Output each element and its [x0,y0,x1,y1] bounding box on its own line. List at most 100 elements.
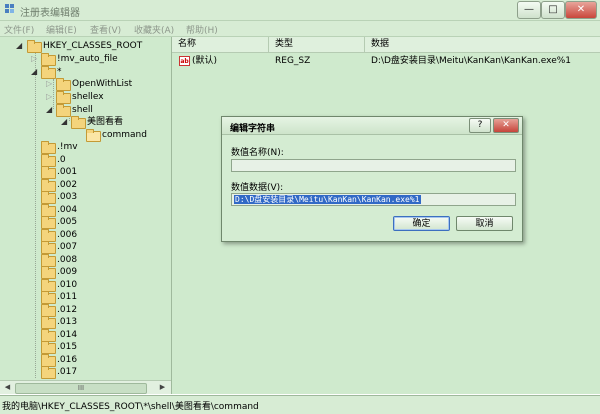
maximize-button[interactable]: □ [541,1,565,19]
tree-item-sibling[interactable]: .!mv [0,141,171,154]
menu-file[interactable]: 文件(F) [4,23,34,36]
tree-item-label: .016 [57,355,78,365]
tree-item-sibling[interactable]: .001 [0,166,171,179]
menu-help[interactable]: 帮助(H) [186,23,218,36]
window-title: 注册表编辑器 [20,8,80,19]
tree-item-label: 美图看看 [87,117,124,127]
tree-item-sibling[interactable]: .017 [0,366,171,379]
scroll-right-icon[interactable]: ▶ [157,382,168,393]
tree-item-label: command [102,130,147,140]
tree-item-sibling[interactable]: .015 [0,341,171,354]
dialog-close-button[interactable]: ✕ [493,118,519,133]
cancel-button[interactable]: 取消 [456,216,513,231]
ok-button[interactable]: 确定 [393,216,450,231]
dialog-title-bar: 编辑字符串 ? ✕ [222,117,522,135]
string-value-icon: ab [179,56,190,66]
folder-icon [41,341,56,354]
tree-item-sibling[interactable]: .011 [0,291,171,304]
tree-horizontal-scrollbar[interactable]: ◀ III ▶ [0,380,171,394]
tree-item-openwithlist[interactable]: ▷ OpenWithList [0,78,171,91]
column-header-type[interactable]: 类型 [269,37,365,52]
tree-item-label: .007 [57,242,78,252]
tree-item-hkcr[interactable]: ◢ HKEY_CLASSES_ROOT [0,40,171,53]
folder-icon [56,91,71,104]
collapse-icon[interactable]: ◢ [61,116,67,128]
tree-item-sibling[interactable]: .004 [0,204,171,217]
edit-string-dialog: 编辑字符串 ? ✕ 数值名称(N): 数值数据(V): D:\D盘安装目录\Me… [221,116,523,242]
menu-favorites[interactable]: 收藏夹(A) [134,23,174,36]
tree-item-label: shellex [72,92,104,102]
list-row[interactable]: ab (默认) REG_SZ D:\D盘安装目录\Meitu\KanKan\Ka… [172,54,600,68]
value-name-label: 数值名称(N): [231,148,284,158]
tree-item-shellex[interactable]: ▷ shellex [0,91,171,104]
column-header-name[interactable]: 名称 [172,37,269,52]
tree-item-label: .004 [57,205,78,215]
expand-icon[interactable]: ▷ [46,78,52,90]
tree-item-label: .012 [57,305,78,315]
value-data-label: 数值数据(V): [231,183,284,193]
collapse-icon[interactable]: ◢ [46,104,52,116]
tree-item-label: .013 [57,317,78,327]
tree-item-sibling[interactable]: .009 [0,266,171,279]
tree-item-sibling[interactable]: .014 [0,329,171,342]
close-button[interactable]: ✕ [565,1,597,19]
expand-icon[interactable]: ▷ [31,53,37,65]
menu-edit[interactable]: 编辑(E) [46,23,77,36]
tree-item-label: .002 [57,180,78,190]
tree-item-label: .!mv [57,142,78,152]
tree-item-sibling[interactable]: .007 [0,241,171,254]
tree-item-label: .0 [57,155,66,165]
tree-item-command[interactable]: command [0,129,171,142]
value-data: D:\D盘安装目录\Meitu\KanKan\KanKan.exe%1 [371,56,572,66]
folder-icon [41,216,56,229]
folder-icon [56,78,71,91]
tree-item-sibling[interactable]: .016 [0,354,171,367]
tree-item-label: .003 [57,192,78,202]
collapse-icon[interactable]: ◢ [16,40,22,52]
minimize-button[interactable]: — [517,1,541,19]
folder-icon [41,191,56,204]
tree-item-label: OpenWithList [72,79,133,89]
tree-item-label: .006 [57,230,78,240]
column-header-data[interactable]: 数据 [365,37,600,52]
tree-item-label: * [57,67,62,77]
tree-item-sibling[interactable]: .006 [0,229,171,242]
tree-item-sibling[interactable]: .008 [0,254,171,267]
tree-item-sibling[interactable]: .012 [0,304,171,317]
tree-item-label: shell [72,105,93,115]
tree-item-sibling[interactable]: .005 [0,216,171,229]
scroll-thumb[interactable]: III [15,383,147,394]
folder-icon [71,116,86,129]
tree-item-label: .008 [57,255,78,265]
menu-bar: 文件(F) 编辑(E) 查看(V) 收藏夹(A) 帮助(H) [0,21,600,37]
tree-item-sibling[interactable]: .010 [0,279,171,292]
registry-tree[interactable]: ◢ HKEY_CLASSES_ROOT ▷ !mv_auto_file ◢ * … [0,37,172,394]
tree-item-meitu[interactable]: ◢ 美图看看 [0,116,171,129]
value-name-field[interactable] [231,159,516,172]
dialog-title: 编辑字符串 [230,124,276,134]
tree-item-label: HKEY_CLASSES_ROOT [43,41,143,51]
title-bar: 注册表编辑器 — □ ✕ [0,0,600,21]
folder-icon [41,266,56,279]
collapse-icon[interactable]: ◢ [31,66,37,78]
status-bar: 我的电脑\HKEY_CLASSES_ROOT\*\shell\美图看看\comm… [0,395,600,414]
folder-icon [41,241,56,254]
folder-icon [41,316,56,329]
tree-item-sibling[interactable]: .013 [0,316,171,329]
tree-item-shell[interactable]: ◢ shell [0,104,171,117]
folder-icon [41,166,56,179]
value-data-field[interactable]: D:\D盘安装目录\Meitu\KanKan\KanKan.exe%1 [231,193,516,206]
tree-item-label: .001 [57,167,78,177]
tree-item-label: .015 [57,342,78,352]
folder-icon [41,291,56,304]
tree-item-sibling[interactable]: .002 [0,179,171,192]
value-name: (默认) [192,56,218,66]
tree-item-mv-auto-file[interactable]: ▷ !mv_auto_file [0,53,171,66]
scroll-left-icon[interactable]: ◀ [2,382,13,393]
help-icon[interactable]: ? [469,118,491,133]
expand-icon[interactable]: ▷ [46,91,52,103]
tree-item-sibling[interactable]: .003 [0,191,171,204]
tree-item-sibling[interactable]: .0 [0,154,171,167]
tree-item-star[interactable]: ◢ * [0,66,171,79]
menu-view[interactable]: 查看(V) [90,23,121,36]
